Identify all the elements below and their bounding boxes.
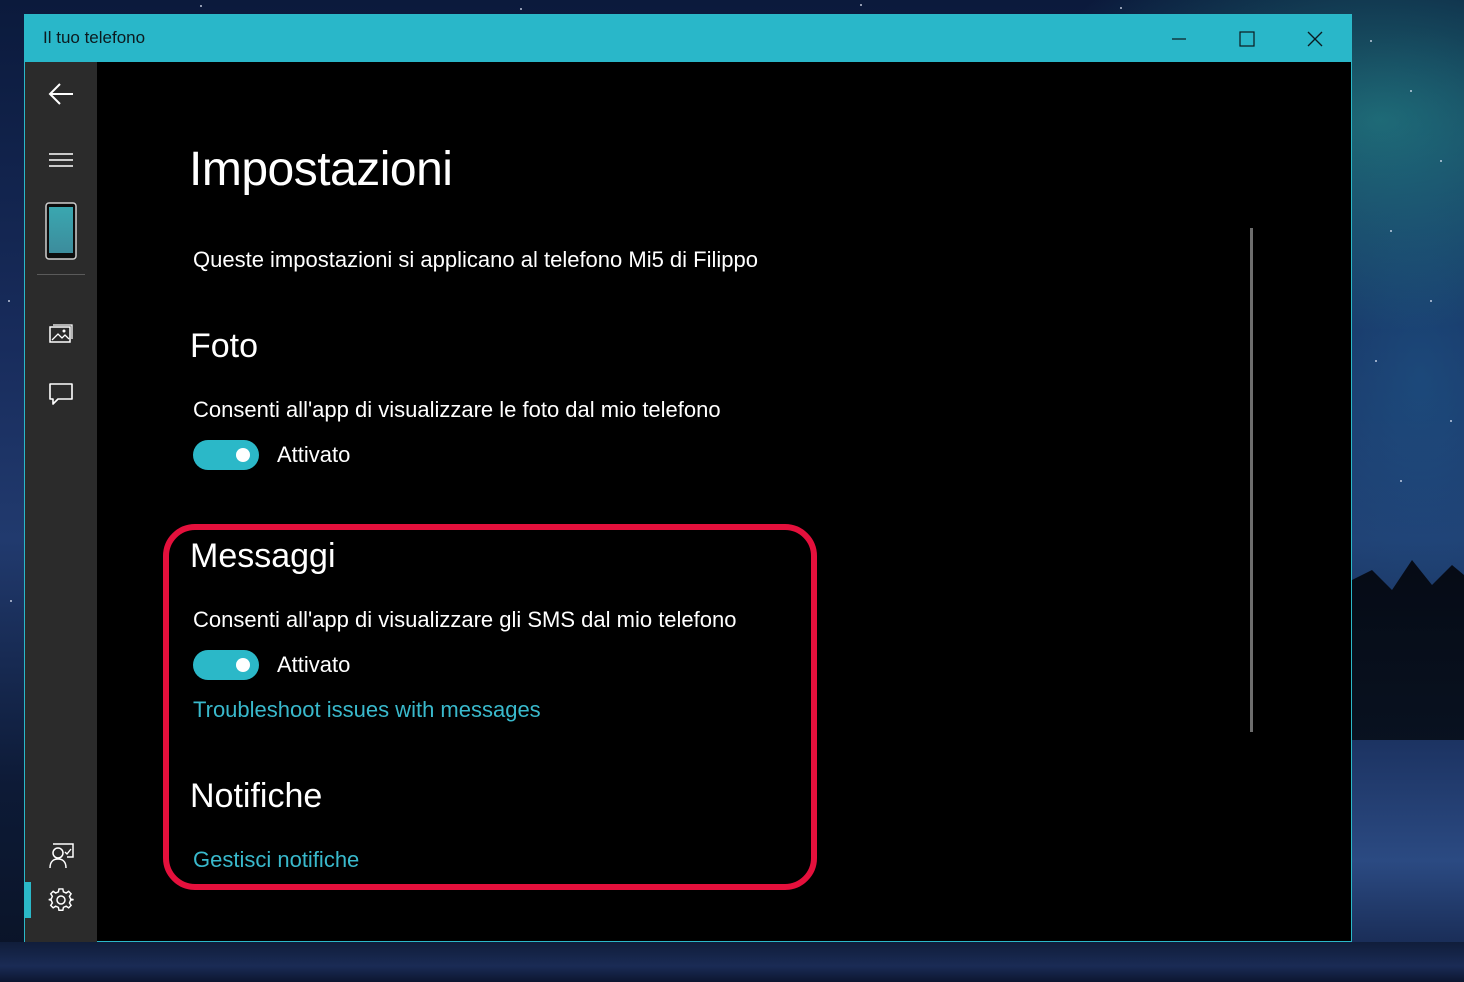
page-title: Impostazioni [189, 143, 453, 196]
settings-page: Impostazioni Queste impostazioni si appl… [97, 62, 1351, 942]
photos-nav-button[interactable] [25, 314, 97, 354]
foto-description: Consenti all'app di visualizzare le foto… [193, 397, 721, 422]
settings-nav-button[interactable] [25, 880, 97, 920]
back-button[interactable] [25, 74, 97, 114]
vertical-scrollbar[interactable] [1250, 228, 1253, 732]
foto-toggle-row: Attivato [193, 440, 350, 470]
red-highlight-annotation [163, 524, 817, 890]
image-icon [49, 324, 73, 343]
window-title: Il tuo telefono [43, 28, 146, 47]
minimize-button[interactable] [1145, 15, 1213, 62]
chat-bubble-icon [49, 383, 73, 405]
phone-icon [45, 202, 77, 260]
sidebar-divider [37, 274, 85, 275]
app-window: Il tuo telefono Impostazioni Queste impo… [24, 14, 1352, 942]
phone-button[interactable] [25, 200, 97, 262]
arrow-left-icon [48, 83, 73, 105]
page-subtitle: Queste impostazioni si applicano al tele… [193, 247, 758, 272]
close-icon [1307, 31, 1323, 46]
maximize-icon [1239, 30, 1255, 47]
minimize-icon [1172, 37, 1186, 40]
foto-heading: Foto [190, 327, 259, 365]
title-bar[interactable]: Il tuo telefono [25, 15, 1351, 62]
foto-toggle-switch[interactable] [193, 440, 259, 470]
gear-icon [48, 888, 74, 912]
hamburger-icon [49, 153, 73, 167]
foto-toggle-label: Attivato [277, 442, 351, 467]
toggle-knob [236, 448, 250, 462]
hamburger-menu-button[interactable] [25, 140, 97, 180]
maximize-button[interactable] [1213, 15, 1281, 62]
person-feedback-icon [49, 843, 74, 869]
feedback-nav-button[interactable] [25, 836, 97, 876]
navigation-sidebar [25, 62, 97, 942]
messages-nav-button[interactable] [25, 374, 97, 414]
close-button[interactable] [1281, 15, 1349, 62]
